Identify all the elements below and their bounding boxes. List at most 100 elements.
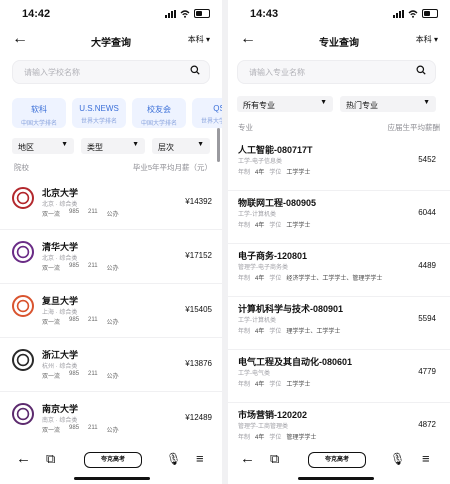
level-dropdown[interactable]: 本科 ▾ xyxy=(416,34,438,45)
filter-label: 所有专业 xyxy=(243,101,275,110)
filter-label: 类型 xyxy=(87,143,103,152)
years-label: 年制 xyxy=(238,170,251,176)
university-tags: 双一流 985 211 公办 xyxy=(42,263,119,272)
university-logo-icon xyxy=(12,403,34,425)
major-meta: 年制 4年 学位 管理学学士 xyxy=(238,432,316,441)
ranking-card[interactable]: 软科 中国大学排名 xyxy=(12,98,66,128)
major-meta: 年制 4年 学位 经济学学士、工学学士、管理学学士 xyxy=(238,273,382,282)
back-arrow-icon[interactable]: ← xyxy=(240,450,255,467)
microphone-icon[interactable]: 🎙 xyxy=(166,452,181,466)
degree-label: 学位 xyxy=(269,435,282,441)
caret-down-icon: ▼ xyxy=(197,141,204,148)
filter-tier[interactable]: 层次 ▼ xyxy=(152,138,210,154)
major-category: 管理学-电子商务类 xyxy=(238,265,288,271)
university-salary: ¥15405 xyxy=(185,305,212,314)
university-row[interactable]: 浙江大学 杭州 · 综合类 双一流 985 211 公办 ¥13876 xyxy=(0,338,222,392)
school-search-input[interactable]: 请输入学校名称 xyxy=(12,60,210,84)
major-name: 电气工程及其自动化-080601 xyxy=(238,357,353,367)
major-row[interactable]: 物联网工程-080905 工学-计算机类 年制 4年 学位 工学学士 6044 xyxy=(228,191,450,244)
major-row[interactable]: 人工智能-080717T 工学-电子信息类 年制 4年 学位 工学学士 5452 xyxy=(228,138,450,191)
battery-icon xyxy=(194,9,210,18)
university-logo-icon xyxy=(12,349,34,371)
ranking-title: 软科 xyxy=(31,105,47,114)
degree-value: 工学学士 xyxy=(286,223,311,229)
menu-icon[interactable]: ≡ xyxy=(422,451,430,466)
status-time: 14:43 xyxy=(250,8,279,20)
ranking-cards: 软科中国大学排名 U.S.NEWS 世界大学排名 校友会中国大学排名 QS 世界大学… xyxy=(12,98,222,128)
university-row[interactable]: 复旦大学 上海 · 综合类 双一流 985 211 公办 ¥15405 xyxy=(0,284,222,338)
university-location: 南京 · 综合类 xyxy=(42,418,78,424)
university-row[interactable]: 北京大学 北京 · 综合类 双一流 985 211 公办 ¥14392 xyxy=(0,176,222,230)
quark-gaokao-button[interactable]: 夸克高考 xyxy=(308,452,366,468)
list-header: 专业 应届生平均薪酬 xyxy=(228,120,450,138)
tabs-icon[interactable]: ⧉ xyxy=(270,451,279,467)
university-query-screen: 14:42 ← 大学查询 本科 ▾ 请输入学校名称 软科中国大学排名 U.S.N… xyxy=(0,0,222,484)
menu-icon[interactable]: ≡ xyxy=(196,451,204,466)
wifi-icon xyxy=(408,9,418,18)
ranking-card[interactable]: U.S.NEWS 世界大学排名 xyxy=(72,98,126,128)
ranking-card[interactable]: QS 世界大学排名 xyxy=(192,98,222,128)
tag: 985 xyxy=(69,425,80,431)
search-icon[interactable] xyxy=(190,65,200,75)
university-name: 清华大学 xyxy=(42,242,79,252)
filter-type[interactable]: 类型 ▼ xyxy=(81,138,145,154)
scrollbar[interactable] xyxy=(217,128,220,162)
caret-down-icon: ▼ xyxy=(423,99,430,106)
major-row[interactable]: 计算机科学与技术-080901 工学-计算机类 年制 4年 学位 理学学士、工学学士 559… xyxy=(228,297,450,350)
university-salary: ¥13876 xyxy=(185,359,212,368)
university-salary: ¥14392 xyxy=(185,197,212,206)
major-meta: 年制 4年 学位 理学学士、工学学士 xyxy=(238,326,340,335)
tag: 211 xyxy=(88,263,98,269)
filter-label: 地区 xyxy=(18,143,34,152)
status-bar: 14:42 xyxy=(0,0,222,28)
ranking-subtitle: 中国大学排名 xyxy=(20,121,57,127)
filter-all-majors[interactable]: 所有专业 ▼ xyxy=(237,96,333,112)
university-row[interactable]: 南京大学 南京 · 综合类 双一流 985 211 公办 ¥12489 xyxy=(0,392,222,446)
ranking-card[interactable]: 校友会 中国大学排名 xyxy=(132,98,186,128)
caret-down-icon: ▼ xyxy=(320,99,327,106)
tabs-icon[interactable]: ⧉ xyxy=(46,451,55,467)
tag: 双一流 xyxy=(42,320,61,326)
major-category: 工学-计算机类 xyxy=(238,318,276,324)
ranking-title: QS xyxy=(213,104,222,113)
status-icons xyxy=(165,9,210,18)
signal-icon xyxy=(165,9,176,18)
university-name: 北京大学 xyxy=(42,188,79,198)
university-row[interactable]: 清华大学 北京 · 综合类 双一流 985 211 公办 ¥17152 xyxy=(0,230,222,284)
nav-bar: ← 大学查询 本科 ▾ xyxy=(0,28,222,54)
university-location: 上海 · 综合类 xyxy=(42,310,78,316)
search-icon[interactable] xyxy=(416,65,426,75)
major-row[interactable]: 电子商务-120801 管理学-电子商务类 年制 4年 学位 经济学学士、工学学士、管理学… xyxy=(228,244,450,297)
filter-hot-majors[interactable]: 热门专业 ▼ xyxy=(340,96,436,112)
back-arrow-icon[interactable]: ← xyxy=(16,450,31,467)
years-label: 年制 xyxy=(238,382,251,388)
tag: 公办 xyxy=(106,212,119,218)
university-location: 北京 · 综合类 xyxy=(42,256,78,262)
tag: 211 xyxy=(88,317,98,323)
major-list: 人工智能-080717T 工学-电子信息类 年制 4年 学位 工学学士 5452 物联网工程-… xyxy=(228,138,450,456)
major-category: 工学-电气类 xyxy=(238,371,270,377)
bottom-toolbar: ← ⧉ 夸克高考 🎙 ≡ xyxy=(0,442,222,484)
list-header: 院校 毕业5年平均月薪（元） xyxy=(0,160,222,176)
major-row[interactable]: 电气工程及其自动化-080601 工学-电气类 年制 4年 学位 工学学士 4779 xyxy=(228,350,450,403)
degree-label: 学位 xyxy=(269,223,282,229)
university-name: 浙江大学 xyxy=(42,350,79,360)
major-search-input[interactable]: 请输入专业名称 xyxy=(237,60,436,84)
degree-value: 经济学学士、工学学士、管理学学士 xyxy=(286,276,383,282)
level-dropdown[interactable]: 本科 ▾ xyxy=(188,34,210,45)
years-label: 年制 xyxy=(238,223,251,229)
microphone-icon[interactable]: 🎙 xyxy=(390,452,405,466)
ranking-subtitle: 中国大学排名 xyxy=(140,121,177,127)
university-logo-icon xyxy=(12,241,34,263)
filter-region[interactable]: 地区 ▼ xyxy=(12,138,74,154)
years-value: 4年 xyxy=(255,435,265,441)
major-salary: 4872 xyxy=(418,420,436,429)
filter-label: 热门专业 xyxy=(346,101,378,110)
filter-row: 地区 ▼ 类型 ▼ 层次 ▼ xyxy=(0,138,222,160)
home-indicator xyxy=(298,477,374,480)
ranking-title: 校友会 xyxy=(147,105,171,114)
ranking-title: U.S.NEWS xyxy=(79,104,119,113)
quark-gaokao-button[interactable]: 夸克高考 xyxy=(84,452,142,468)
tag: 公办 xyxy=(106,374,119,380)
major-name: 计算机科学与技术-080901 xyxy=(238,304,344,314)
